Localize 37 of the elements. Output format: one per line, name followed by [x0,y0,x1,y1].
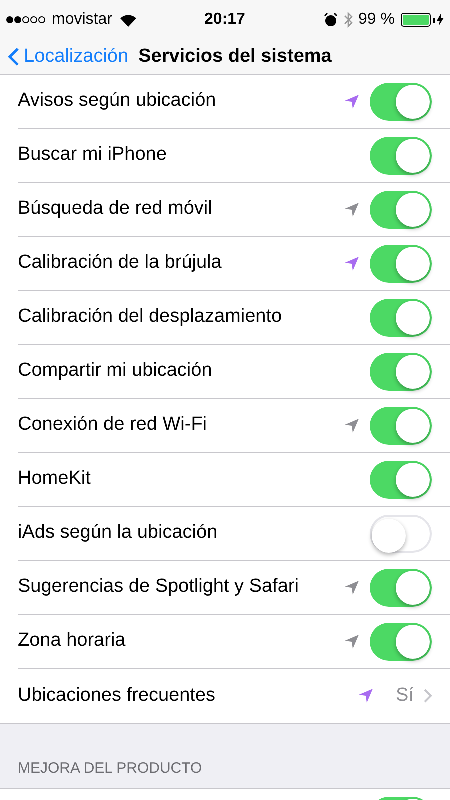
toggle-switch[interactable] [370,622,432,660]
toggle-switch[interactable] [370,190,432,228]
setting-label: Buscar mi iPhone [18,143,168,168]
setting-label: Zona horaria [18,629,127,654]
back-chevron-icon [8,47,20,67]
bluetooth-icon [344,12,353,28]
setting-label: Calibración del desplazamiento [18,305,284,330]
toggle-switch[interactable] [370,352,432,390]
setting-label: iAds según la ubicación [18,521,219,546]
screen-title: Servicios del sistema [138,44,332,69]
clock-time: 20:17 [204,10,246,30]
signal-icon [6,16,46,24]
setting-label: Ubicaciones frecuentes [18,684,216,708]
battery-icon [401,13,444,27]
setting-value: Sí [396,684,414,708]
toggle-switch[interactable] [370,406,432,444]
toggle-switch[interactable] [370,460,432,498]
toggle-switch[interactable] [370,244,432,282]
setting-label: Compartir mi ubicación [18,359,214,384]
chevron-icon [424,689,432,703]
carrier-name: movistar [52,10,112,30]
setting-label: HomeKit [18,467,92,492]
setting-label: Sugerencias de Spotlight y Safari [18,575,300,600]
toggle-switch[interactable] [370,568,432,606]
toggle-switch[interactable] [370,514,432,552]
alarm-icon [324,13,338,27]
toggle-switch[interactable] [370,136,432,174]
toggle-switch[interactable] [370,298,432,336]
setting-label: Avisos según ubicación [18,89,218,114]
toggle-switch[interactable] [370,82,432,120]
setting-label: Calibración de la brújula [18,251,223,276]
back-button[interactable]: Localización [8,42,129,72]
setting-label: Conexión de red Wi-Fi [18,413,208,438]
setting-label: Búsqueda de red móvil [18,197,214,222]
battery-percentage: 99 % [358,10,395,30]
wifi-icon [120,14,138,26]
section-header: MEJORA DEL PRODUCTO [18,758,202,778]
